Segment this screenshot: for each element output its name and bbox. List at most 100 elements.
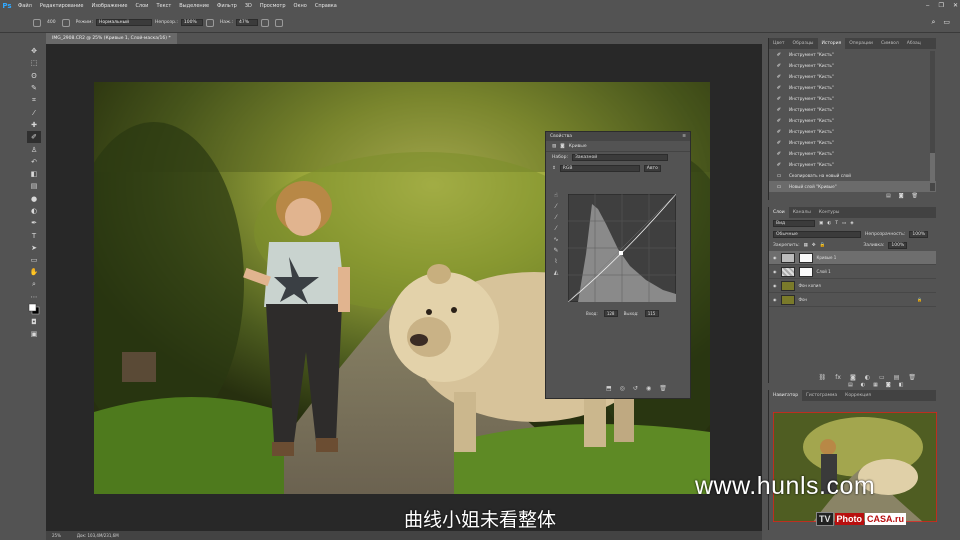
- mask-icon[interactable]: ◙: [560, 144, 564, 149]
- tab-character[interactable]: Символ: [877, 38, 903, 49]
- quick-mask-icon[interactable]: ◘: [27, 316, 41, 328]
- minimize-icon[interactable]: ‒: [926, 0, 930, 12]
- history-item[interactable]: ✐ Инструмент "Кисть": [769, 148, 936, 159]
- pencil-curve-icon[interactable]: ✎: [550, 247, 562, 258]
- brush-size-value[interactable]: 400: [47, 20, 56, 25]
- dodge-tool-icon[interactable]: ◐: [27, 205, 41, 217]
- layer-background[interactable]: ◉ Фон 🔒: [769, 293, 936, 307]
- pen-tool-icon[interactable]: ✒: [27, 217, 41, 229]
- filter-smart-icon[interactable]: ◈: [850, 221, 853, 226]
- layer-background-copy[interactable]: ◉ Фон копия: [769, 279, 936, 293]
- history-item[interactable]: ✐ Инструмент "Кисть": [769, 126, 936, 137]
- marquee-tool-icon[interactable]: ⬚: [27, 57, 41, 69]
- properties-header[interactable]: Свойства ≡: [546, 132, 690, 141]
- pressure-opacity-icon[interactable]: [205, 18, 214, 27]
- crop-tool-icon[interactable]: ⌗: [27, 94, 41, 106]
- snapshot-icon[interactable]: ◙: [899, 193, 904, 199]
- fill-field[interactable]: 100%: [888, 242, 908, 249]
- menu-layers[interactable]: Слои: [131, 3, 152, 9]
- menu-select[interactable]: Выделение: [175, 3, 213, 9]
- blend-mode-select[interactable]: Обычные: [773, 231, 861, 238]
- add-mask-icon[interactable]: ◙: [850, 374, 856, 381]
- shape-tool-icon[interactable]: ▭: [27, 254, 41, 266]
- dock-icon[interactable]: ◧: [899, 382, 904, 388]
- clone-stamp-tool-icon[interactable]: ♙: [27, 143, 41, 155]
- brush-tool-icon[interactable]: ✐: [27, 131, 41, 144]
- layer-style-icon[interactable]: fx: [835, 374, 841, 381]
- output-field[interactable]: 115: [644, 310, 659, 317]
- history-item[interactable]: ✐ Инструмент "Кисть": [769, 115, 936, 126]
- new-group-icon[interactable]: ▭: [879, 374, 885, 381]
- history-item[interactable]: ✐ Инструмент "Кисть": [769, 93, 936, 104]
- lock-pixels-icon[interactable]: ▦: [804, 243, 808, 248]
- layer-mask-thumbnail[interactable]: [798, 266, 813, 277]
- layer-opacity-field[interactable]: 100%: [909, 231, 929, 238]
- gray-point-eyedropper-icon[interactable]: ⁄: [550, 214, 562, 225]
- history-item[interactable]: ✐ Инструмент "Кисть": [769, 71, 936, 82]
- black-point-eyedropper-icon[interactable]: ⁄: [550, 203, 562, 214]
- eye-icon[interactable]: ◉: [773, 255, 777, 260]
- tab-paths[interactable]: Контуры: [815, 207, 844, 218]
- layer-mask-thumbnail[interactable]: [798, 252, 813, 263]
- eye-icon[interactable]: ◉: [773, 297, 777, 302]
- history-item[interactable]: ✐ Инструмент "Кисть": [769, 137, 936, 148]
- delete-layer-icon[interactable]: 🗑: [908, 374, 916, 381]
- input-field[interactable]: 128: [603, 310, 618, 317]
- tab-paragraph[interactable]: Абзац: [903, 38, 925, 49]
- new-document-icon[interactable]: ▤: [886, 193, 891, 199]
- history-item[interactable]: ✐ Инструмент "Кисть": [769, 60, 936, 71]
- new-layer-icon[interactable]: ▤: [894, 374, 900, 381]
- panel-menu-icon[interactable]: ≡: [682, 134, 686, 139]
- target-adjust-icon[interactable]: ☝: [550, 192, 562, 203]
- history-item[interactable]: ✐ Инструмент "Кисть": [769, 49, 936, 60]
- lock-position-icon[interactable]: ✥: [812, 243, 816, 248]
- document-tab[interactable]: IMG_2908.CR2 @ 25% (Кривые 1, Слой-маска…: [46, 33, 177, 44]
- lock-all-icon[interactable]: 🔒: [820, 243, 826, 248]
- healing-tool-icon[interactable]: ✚: [27, 119, 41, 131]
- menu-help[interactable]: Справка: [311, 3, 341, 9]
- tab-channels[interactable]: Каналы: [789, 207, 815, 218]
- gradient-tool-icon[interactable]: ▤: [27, 180, 41, 192]
- history-item[interactable]: ▭ Скопировать на новый слой: [769, 170, 936, 181]
- lasso-tool-icon[interactable]: ʘ: [27, 70, 41, 82]
- dock-icon[interactable]: ▤: [848, 382, 853, 388]
- history-brush-tool-icon[interactable]: ↶: [27, 156, 41, 168]
- eye-icon[interactable]: ◉: [773, 269, 777, 274]
- more-tools-icon[interactable]: ⋯: [27, 291, 41, 303]
- new-adjustment-icon[interactable]: ◐: [865, 374, 870, 381]
- history-item[interactable]: ✐ Инструмент "Кисть": [769, 82, 936, 93]
- tab-layers[interactable]: Слои: [769, 207, 789, 218]
- curves-graph[interactable]: [568, 194, 676, 302]
- tab-color[interactable]: Цвет: [769, 38, 789, 49]
- blur-tool-icon[interactable]: ●: [27, 193, 41, 205]
- reset-icon[interactable]: ↺: [633, 385, 638, 392]
- channel-select[interactable]: RGB: [559, 165, 640, 172]
- link-layers-icon[interactable]: ⛓: [819, 374, 827, 381]
- mode-select[interactable]: Нормальный: [95, 19, 152, 26]
- menu-image[interactable]: Изображение: [87, 3, 131, 9]
- restore-icon[interactable]: ❐: [939, 0, 944, 12]
- color-swatches-icon[interactable]: [27, 303, 41, 315]
- filter-type-icon[interactable]: T: [835, 221, 838, 226]
- dock-icon[interactable]: ◙: [886, 382, 891, 388]
- tab-histogram[interactable]: Гистограмма: [802, 390, 841, 401]
- kind-filter-select[interactable]: Вид: [773, 220, 815, 227]
- zoom-readout[interactable]: 25%: [52, 531, 61, 540]
- clipping-warning-icon[interactable]: ◭: [550, 269, 562, 280]
- menu-window[interactable]: Окно: [290, 3, 311, 9]
- preset-select[interactable]: Заказной: [572, 154, 669, 161]
- view-previous-icon[interactable]: ◎: [620, 385, 625, 392]
- close-icon[interactable]: ✕: [953, 0, 958, 12]
- auto-button[interactable]: Авто: [643, 165, 661, 172]
- history-item[interactable]: ✐ Инструмент "Кисть": [769, 159, 936, 170]
- eraser-tool-icon[interactable]: ◧: [27, 168, 41, 180]
- tab-actions[interactable]: Операции: [845, 38, 877, 49]
- tab-navigator[interactable]: Навигатор: [769, 390, 803, 401]
- zoom-tool-icon[interactable]: ⌕: [27, 279, 41, 291]
- tab-swatches[interactable]: Образцы: [789, 38, 818, 49]
- path-select-tool-icon[interactable]: ➤: [27, 242, 41, 254]
- type-tool-icon[interactable]: T: [27, 229, 41, 241]
- clip-to-layer-icon[interactable]: ⬒: [606, 385, 612, 392]
- curve-point-icon[interactable]: ∿: [550, 236, 562, 247]
- pressure-size-icon[interactable]: [275, 18, 284, 27]
